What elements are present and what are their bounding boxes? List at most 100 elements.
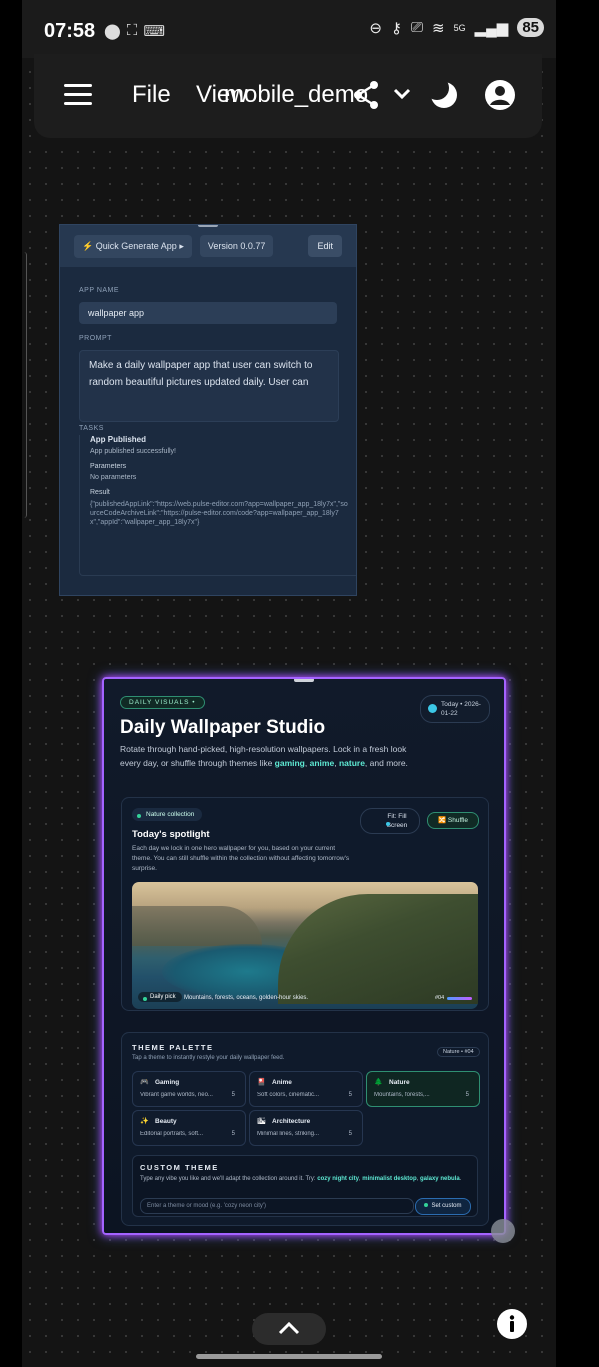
theme-count: 5 [348, 1131, 352, 1137]
theme-card-gaming[interactable]: 🎮 Gaming Vibrant game worlds, neo... 5 [132, 1071, 246, 1107]
theme-card-architecture[interactable]: 🏙 Architecture Minimal lines, striking..… [249, 1110, 363, 1146]
wallpaper-caption: Mountains, forests, oceans, golden-hour … [184, 995, 309, 1001]
wallpaper-counter: #04 [435, 995, 445, 1001]
lightning-icon: ⚡ [82, 240, 94, 251]
sparkles-icon: ✨ [140, 1118, 149, 1125]
spotlight-description: Each day we lock in one hero wallpaper f… [132, 845, 350, 872]
theme-count: 5 [231, 1131, 235, 1137]
theme-desc: Soft colors, cinematic... [257, 1092, 320, 1098]
vpn-key-icon: ⚷ [391, 19, 402, 37]
daily-pick-badge: Daily pick [138, 992, 182, 1002]
theme-palette: THEME PALETTE Tap a theme to instantly r… [121, 1032, 489, 1226]
palette-subtitle: Tap a theme to instantly restyle your da… [132, 1055, 285, 1061]
anime-icon: 🎴 [257, 1079, 266, 1086]
progress-bar [447, 997, 472, 1000]
caret-icon: ▸ [179, 240, 184, 251]
theme-desc: Minimal lines, striking... [257, 1131, 320, 1137]
theme-desc: Editorial portraits, soft... [140, 1131, 204, 1137]
spotlight-title: Today's spotlight [132, 829, 210, 840]
custom-theme-title: CUSTOM THEME [140, 1163, 219, 1172]
info-button[interactable] [497, 1309, 527, 1339]
theme-card-nature[interactable]: 🌲 Nature Mountains, forests,... 5 [366, 1071, 480, 1107]
gamepad-icon: 🎮 [140, 1079, 149, 1086]
status-notification-icons: ⬤ ⛶ ⌨ [104, 22, 165, 40]
device-screen: 07:58 ⬤ ⛶ ⌨ ⊖ ⚷ ⎚ ≋ 5G ▂▄▆ 85 File View … [22, 0, 556, 1367]
moon-icon[interactable] [429, 80, 459, 110]
theme-card-beauty[interactable]: ✨ Beauty Editorial portraits, soft... 5 [132, 1110, 246, 1146]
app-toolbar: File View mobile_demo [34, 54, 542, 138]
result-label: Result [90, 489, 110, 496]
resize-handle[interactable] [491, 1219, 515, 1243]
signal-icon: ▂▄▆ [474, 19, 509, 37]
link-gaming[interactable]: gaming [275, 758, 305, 768]
status-bar: 07:58 ⬤ ⛶ ⌨ ⊖ ⚷ ⎚ ≋ 5G ▂▄▆ 85 [22, 0, 556, 58]
today-chip: Today • 2026-01-22 [420, 695, 490, 723]
menu-file[interactable]: File [132, 81, 171, 109]
today-date: Today • 2026-01-22 [441, 701, 481, 717]
theme-card-anime[interactable]: 🎴 Anime Soft colors, cinematic... 5 [249, 1071, 363, 1107]
fit-mode-button[interactable]: Fit: Fill Screen [360, 808, 420, 834]
panel-drag-handle[interactable] [198, 225, 218, 227]
user-account-icon[interactable] [484, 79, 516, 111]
dnd-icon: ⊖ [369, 19, 382, 37]
prompt-label: PROMPT [79, 335, 112, 342]
theme-name: Anime [272, 1079, 292, 1086]
share-icon[interactable] [352, 80, 380, 110]
example-galaxy-nebula[interactable]: galaxy nebula [420, 1176, 460, 1182]
github-icon: ⬤ [104, 23, 121, 40]
side-drawer-handle[interactable] [22, 252, 27, 518]
theme-count: 5 [231, 1092, 235, 1098]
parameters-value: No parameters [90, 474, 137, 481]
edit-button[interactable]: Edit [308, 235, 342, 257]
gesture-bar[interactable] [196, 1354, 382, 1359]
collection-badge: Nature collection [132, 808, 203, 821]
project-title[interactable]: mobile_demo [224, 81, 368, 109]
task-title: App Published [90, 435, 146, 444]
custom-theme-section: CUSTOM THEME Type any vibe you like and … [132, 1155, 478, 1217]
example-cozy-night-city[interactable]: cozy night city [317, 1176, 359, 1182]
task-message: App published successfully! [90, 448, 176, 455]
theme-count: 5 [348, 1092, 352, 1098]
theme-desc: Mountains, forests,... [374, 1092, 430, 1098]
quick-generate-title: Quick Generate App [95, 240, 177, 251]
spotlight-card: Nature collection Today's spotlight Each… [121, 797, 489, 1011]
theme-name: Beauty [155, 1118, 177, 1125]
shuffle-icon: 🔀 [437, 817, 447, 824]
expand-up-button[interactable] [252, 1313, 326, 1345]
selected-theme-badge: Nature • #04 [437, 1047, 480, 1057]
quick-generate-panel: ⚡ Quick Generate App ▸ Version 0.0.77 Ed… [59, 224, 357, 596]
tasks-label: TASKS [79, 425, 104, 432]
wallpaper-image[interactable]: Daily pick Mountains, forests, oceans, g… [132, 882, 478, 1009]
page-description: Rotate through hand-picked, high-resolut… [120, 744, 408, 768]
app-preview-frame[interactable]: DAILY VISUALS • Today • 2026-01-22 Daily… [102, 677, 506, 1235]
theme-name: Nature [389, 1079, 410, 1086]
preview-drag-handle[interactable] [294, 679, 314, 682]
quick-generate-dropdown[interactable]: ⚡ Quick Generate App ▸ [74, 234, 192, 258]
link-anime[interactable]: anime [310, 758, 335, 768]
task-list[interactable]: App Published App published successfully… [79, 435, 356, 576]
status-time: 07:58 [44, 20, 96, 42]
hamburger-menu-icon[interactable] [64, 84, 92, 106]
set-custom-button[interactable]: Set custom [415, 1198, 471, 1215]
info-icon [509, 1315, 515, 1332]
tree-icon: 🌲 [374, 1079, 383, 1086]
theme-desc: Vibrant game worlds, neo... [140, 1092, 213, 1098]
app-name-label: APP NAME [79, 287, 120, 294]
custom-theme-input[interactable]: Enter a theme or mood (e.g. 'cozy neon c… [140, 1198, 414, 1214]
parameters-label: Parameters [90, 463, 127, 470]
shuffle-button[interactable]: 🔀 Shuffle [427, 812, 479, 829]
battery-indicator: 85 [517, 18, 544, 37]
chevron-down-icon[interactable] [392, 86, 412, 102]
theme-name: Gaming [155, 1079, 180, 1086]
prompt-textarea[interactable]: Make a daily wallpaper app that user can… [79, 350, 339, 422]
custom-theme-description: Type any vibe you like and we'll adapt t… [140, 1176, 462, 1182]
network-label: 5G [453, 22, 466, 33]
version-badge: Version 0.0.77 [199, 235, 274, 257]
wifi-icon: ≋ [432, 19, 445, 37]
app-name-field[interactable]: wallpaper app [79, 302, 337, 324]
theme-count: 5 [465, 1092, 469, 1098]
palette-title: THEME PALETTE [132, 1043, 214, 1052]
cast-icon: ⎚ [411, 19, 424, 36]
example-minimalist-desktop[interactable]: minimalist desktop [362, 1176, 416, 1182]
link-nature[interactable]: nature [339, 758, 365, 768]
